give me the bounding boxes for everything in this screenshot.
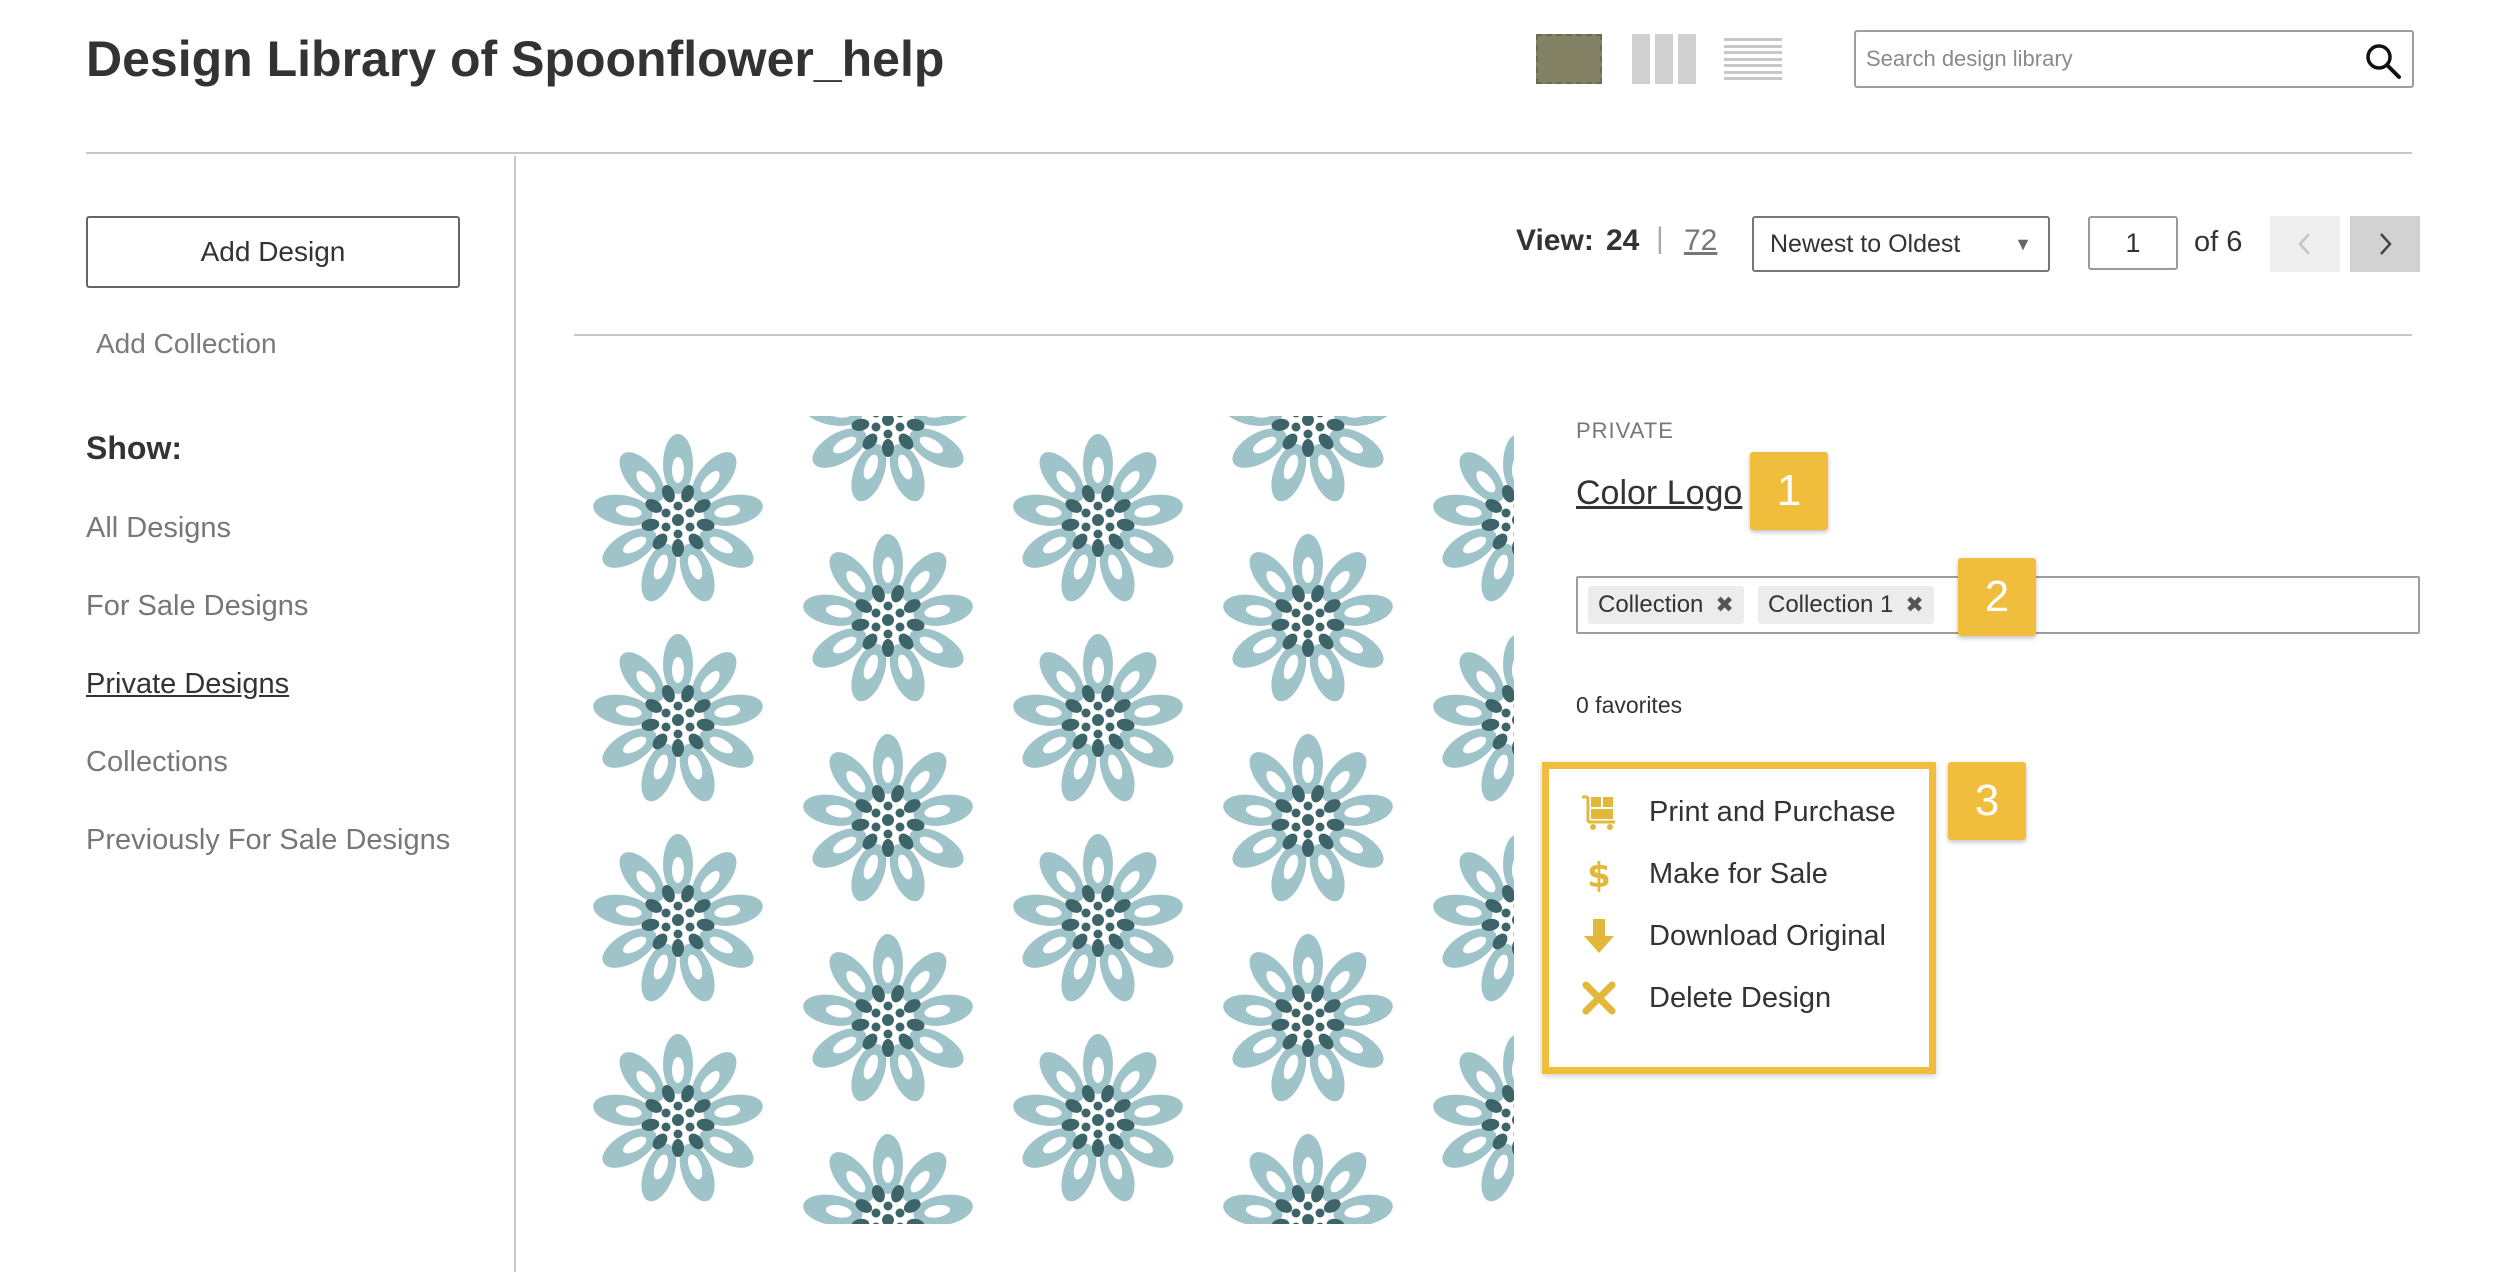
pattern-flower	[1430, 834, 1514, 1006]
pattern-flower	[800, 534, 976, 706]
pattern-flower	[800, 416, 976, 506]
pattern-flower	[1010, 634, 1186, 806]
delete-design-action[interactable]: Delete Design	[1579, 973, 1831, 1023]
design-thumbnail[interactable]	[590, 416, 1514, 1224]
collection-tag-label: Collection 1	[1768, 591, 1894, 618]
list-line	[1724, 70, 1782, 74]
column-bar	[1655, 34, 1673, 84]
filter-collections[interactable]: Collections	[86, 746, 450, 824]
view-label: View:	[1516, 224, 1594, 257]
download-original-action[interactable]: Download Original	[1579, 911, 1886, 961]
collection-tag: Collection 1 ✖	[1758, 586, 1934, 624]
column-view-toggle[interactable]	[1632, 34, 1696, 84]
action-label: Make for Sale	[1649, 857, 1828, 890]
caret-down-icon: ▼	[2014, 234, 2032, 254]
pattern-flower	[800, 934, 976, 1106]
pattern-flower	[1430, 434, 1514, 606]
pattern-flower	[1220, 734, 1396, 906]
pattern-flower	[1010, 834, 1186, 1006]
floral-pattern-image	[590, 416, 1514, 1224]
pattern-flower	[1220, 1134, 1396, 1224]
filter-previously-for-sale[interactable]: Previously For Sale Designs	[86, 824, 450, 902]
pattern-flower	[1220, 416, 1396, 506]
pattern-flower	[590, 634, 766, 806]
collection-tag-label: Collection	[1598, 591, 1704, 618]
chevron-left-icon	[2298, 233, 2310, 255]
pattern-flower	[1430, 1034, 1514, 1206]
page-count: of 6	[2194, 226, 2243, 258]
filter-all-designs[interactable]: All Designs	[86, 512, 450, 590]
pattern-flower	[800, 734, 976, 906]
collection-tag: Collection ✖	[1588, 586, 1744, 624]
page-number-input[interactable]	[2088, 216, 2178, 270]
view-separator: |	[1656, 222, 1664, 255]
previous-page-button[interactable]	[2270, 216, 2340, 272]
add-collection-link[interactable]: Add Collection	[96, 328, 277, 360]
chevron-right-icon	[2380, 233, 2392, 255]
cart-icon	[1579, 792, 1619, 832]
favorites-count: 0 favorites	[1576, 692, 1683, 718]
action-label: Download Original	[1649, 919, 1886, 952]
design-title-link[interactable]: Color Logo	[1576, 474, 1742, 513]
list-line	[1724, 64, 1782, 67]
pattern-flower	[1010, 434, 1186, 606]
svg-text:$: $	[1587, 856, 1611, 894]
grid-view-toggle[interactable]	[1536, 34, 1602, 84]
pattern-flower	[1220, 534, 1396, 706]
column-bar	[1632, 34, 1650, 84]
list-line	[1724, 51, 1782, 54]
pattern-flower	[800, 1134, 976, 1224]
view-24-option[interactable]: 24	[1606, 224, 1639, 258]
make-for-sale-action[interactable]: $ Make for Sale	[1579, 849, 1828, 899]
design-actions-menu: Print and Purchase $ Make for Sale Downl…	[1542, 762, 1936, 1074]
pattern-flower	[590, 434, 766, 606]
sort-select[interactable]: Newest to Oldest ▼	[1752, 216, 2050, 272]
list-view-toggle[interactable]	[1724, 34, 1782, 84]
sidebar: Add Design Add Collection Show: All Desi…	[0, 156, 516, 1272]
sort-value: Newest to Oldest	[1770, 230, 1961, 258]
view-72-option[interactable]: 72	[1684, 224, 1717, 258]
pattern-flower	[1220, 934, 1396, 1106]
page-title: Design Library of Spoonflower_help	[86, 31, 945, 87]
callout-badge-1: 1	[1750, 452, 1828, 530]
pattern-flower	[1430, 634, 1514, 806]
filter-for-sale-designs[interactable]: For Sale Designs	[86, 590, 450, 668]
download-arrow-icon	[1579, 916, 1619, 956]
callout-badge-2: 2	[1958, 558, 2036, 636]
pattern-flower	[1010, 1034, 1186, 1206]
search-icon[interactable]	[2364, 42, 2402, 80]
page-header: Design Library of Spoonflower_help	[86, 0, 2414, 154]
print-and-purchase-action[interactable]: Print and Purchase	[1579, 787, 1896, 837]
pattern-flower	[590, 834, 766, 1006]
next-page-button[interactable]	[2350, 216, 2420, 272]
filter-private-designs[interactable]: Private Designs	[86, 668, 450, 746]
results-toolbar: View: 24 | 72 Newest to Oldest ▼ of 6	[574, 156, 2420, 336]
remove-tag-icon[interactable]: ✖	[1715, 592, 1733, 618]
list-line	[1724, 57, 1782, 61]
list-line	[1724, 44, 1782, 48]
pattern-flower	[590, 1034, 766, 1206]
list-line	[1724, 38, 1782, 41]
action-label: Delete Design	[1649, 981, 1832, 1014]
add-design-button[interactable]: Add Design	[86, 216, 460, 288]
delete-x-icon	[1579, 978, 1619, 1018]
visibility-label: PRIVATE	[1576, 418, 1674, 443]
dollar-icon: $	[1579, 854, 1619, 894]
filter-list: All Designs For Sale Designs Private Des…	[86, 512, 450, 902]
list-line	[1724, 77, 1782, 80]
action-label: Print and Purchase	[1649, 795, 1896, 828]
search-box	[1854, 30, 2414, 88]
search-input[interactable]	[1866, 32, 2346, 86]
remove-tag-icon[interactable]: ✖	[1905, 592, 1923, 618]
callout-badge-3: 3	[1948, 762, 2026, 840]
show-heading: Show:	[86, 430, 182, 466]
column-bar	[1678, 34, 1696, 84]
